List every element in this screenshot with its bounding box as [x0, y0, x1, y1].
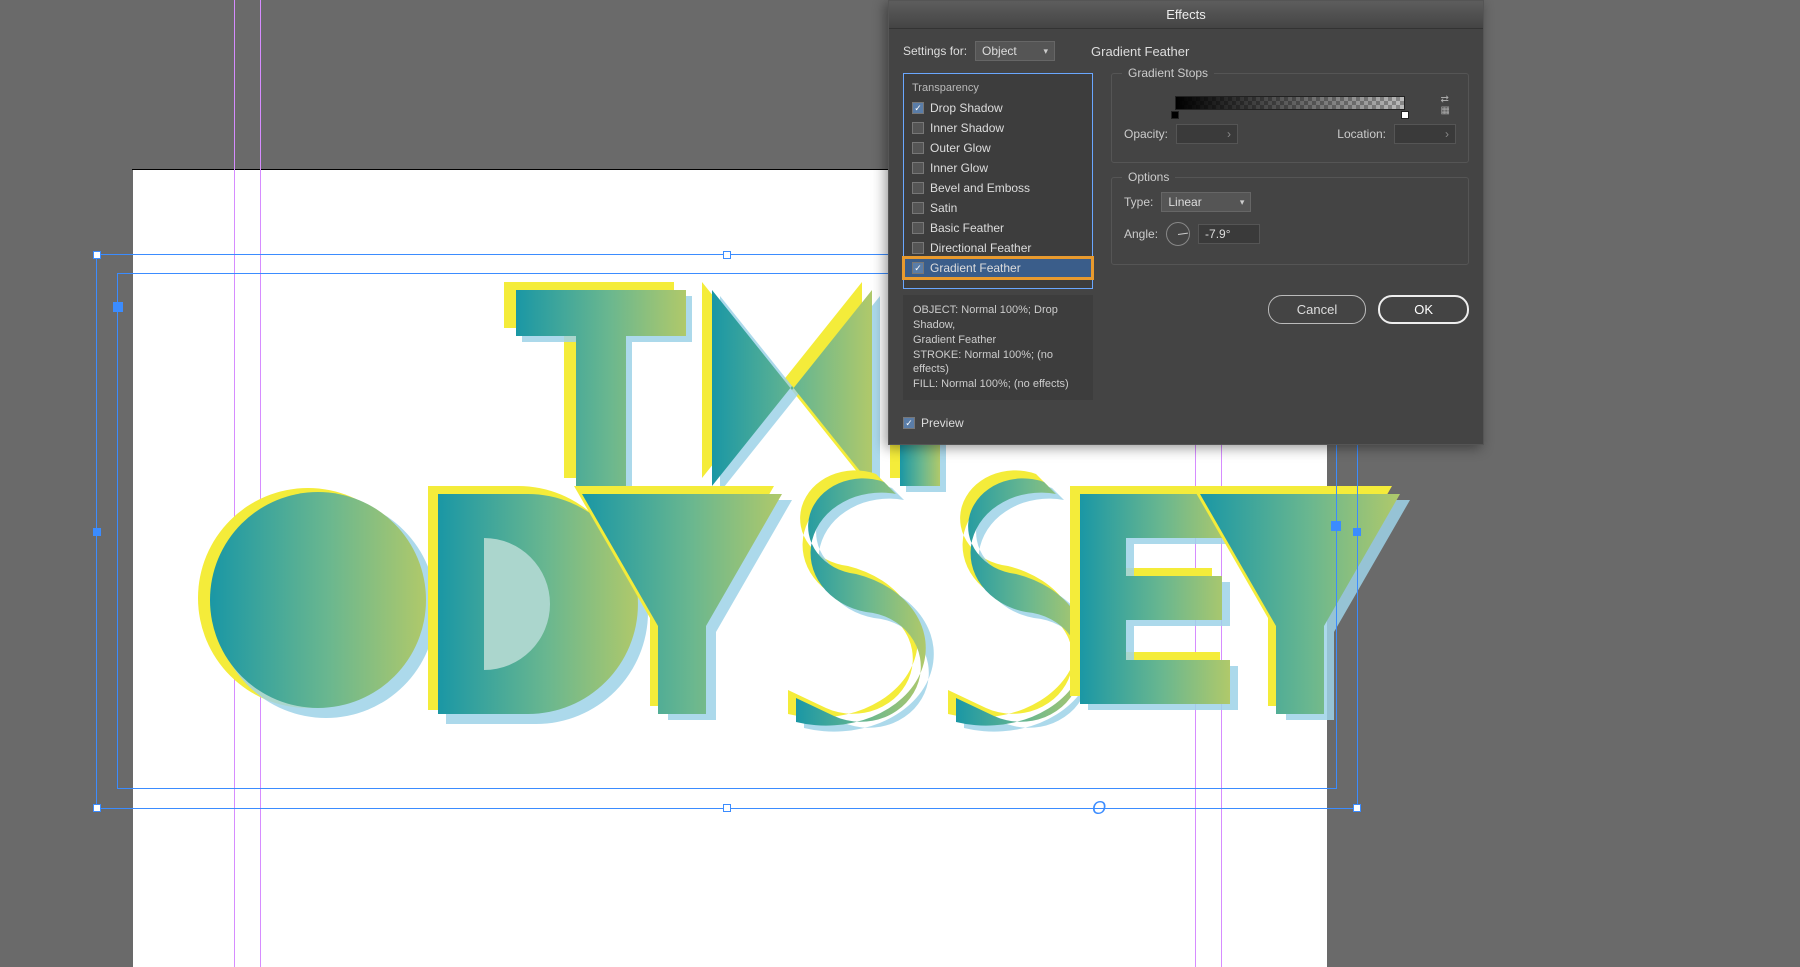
cancel-button[interactable]: Cancel	[1268, 295, 1366, 324]
checkbox-icon[interactable]: ✓	[912, 262, 924, 274]
opacity-field[interactable]	[1176, 124, 1238, 144]
effects-dialog: Effects Settings for: Object ▾ Gradient …	[888, 0, 1484, 445]
options-group: Options Type: Linear ▾ Angle: -7.9°	[1111, 177, 1469, 265]
gradient-stops-group: Gradient Stops ⇄▦ Opacity:	[1111, 73, 1469, 163]
chevron-down-icon: ▾	[1044, 46, 1049, 57]
fx-bevel-emboss[interactable]: Bevel and Emboss	[904, 178, 1092, 198]
overset-text-indicator[interactable]: O	[1092, 798, 1106, 819]
preview-label: Preview	[921, 416, 964, 430]
resize-handle[interactable]	[93, 804, 101, 812]
effects-list-header[interactable]: Transparency	[904, 80, 1092, 98]
location-field[interactable]	[1394, 124, 1456, 144]
opacity-label: Opacity:	[1124, 127, 1168, 141]
options-legend: Options	[1122, 170, 1175, 184]
angle-dial[interactable]	[1166, 222, 1190, 246]
dialog-titlebar[interactable]: Effects	[889, 1, 1483, 29]
resize-handle[interactable]	[1353, 528, 1361, 536]
panel-section-title: Gradient Feather	[1091, 44, 1189, 59]
gradient-stops-legend: Gradient Stops	[1122, 66, 1214, 80]
chevron-down-icon: ▾	[1240, 197, 1245, 208]
resize-handle[interactable]	[1353, 804, 1361, 812]
resize-handle[interactable]	[723, 251, 731, 259]
settings-for-value: Object	[982, 44, 1017, 58]
location-label: Location:	[1337, 127, 1386, 141]
resize-handle[interactable]	[113, 302, 123, 312]
fx-basic-feather[interactable]: Basic Feather	[904, 218, 1092, 238]
preview-toggle[interactable]: ✓ Preview	[903, 416, 1093, 430]
resize-handle[interactable]	[93, 251, 101, 259]
checkbox-icon[interactable]	[912, 202, 924, 214]
dialog-title: Effects	[1166, 7, 1206, 22]
checkbox-icon[interactable]: ✓	[903, 417, 915, 429]
ok-button[interactable]: OK	[1378, 295, 1469, 324]
type-value: Linear	[1168, 195, 1201, 209]
checkbox-icon[interactable]	[912, 242, 924, 254]
gradient-stop-end[interactable]	[1401, 111, 1409, 119]
gradient-ramp[interactable]	[1175, 96, 1405, 110]
effects-summary: OBJECT: Normal 100%; Drop Shadow, Gradie…	[903, 295, 1093, 400]
resize-handle[interactable]	[93, 528, 101, 536]
type-label: Type:	[1124, 195, 1153, 209]
fx-directional-feather[interactable]: Directional Feather	[904, 238, 1092, 258]
checkbox-icon[interactable]	[912, 162, 924, 174]
resize-handle[interactable]	[723, 804, 731, 812]
checkbox-icon[interactable]	[912, 142, 924, 154]
settings-for-label: Settings for:	[903, 44, 967, 58]
fx-outer-glow[interactable]: Outer Glow	[904, 138, 1092, 158]
fx-inner-glow[interactable]: Inner Glow	[904, 158, 1092, 178]
fx-inner-shadow[interactable]: Inner Shadow	[904, 118, 1092, 138]
fx-gradient-feather[interactable]: ✓Gradient Feather	[904, 258, 1092, 278]
settings-for-dropdown[interactable]: Object ▾	[975, 41, 1055, 61]
checkbox-icon[interactable]	[912, 122, 924, 134]
effects-list: Transparency ✓Drop Shadow Inner Shadow O…	[903, 73, 1093, 289]
gradient-swap-icon[interactable]: ⇄▦	[1441, 94, 1450, 116]
type-dropdown[interactable]: Linear ▾	[1161, 192, 1251, 212]
angle-field[interactable]: -7.9°	[1198, 224, 1260, 244]
gradient-stop-start[interactable]	[1171, 111, 1179, 119]
checkbox-icon[interactable]	[912, 222, 924, 234]
angle-label: Angle:	[1124, 227, 1158, 241]
checkbox-icon[interactable]: ✓	[912, 102, 924, 114]
fx-satin[interactable]: Satin	[904, 198, 1092, 218]
checkbox-icon[interactable]	[912, 182, 924, 194]
resize-handle[interactable]	[1331, 521, 1341, 531]
fx-drop-shadow[interactable]: ✓Drop Shadow	[904, 98, 1092, 118]
